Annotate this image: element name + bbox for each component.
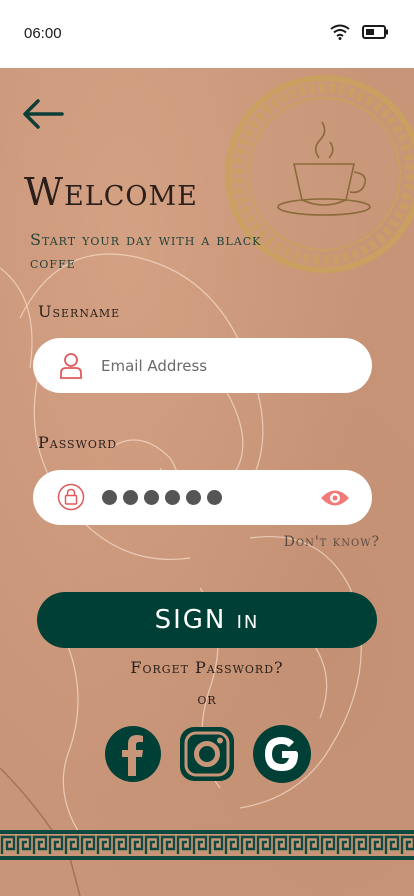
username-label: Username [38, 302, 121, 321]
password-mask[interactable] [102, 490, 222, 505]
password-label: Password [38, 433, 118, 452]
welcome-title: Welcome [24, 170, 198, 214]
dont-know-link[interactable]: Don't know? [284, 534, 380, 550]
sign-in-button[interactable]: SIGN in [37, 592, 377, 648]
welcome-subtitle: Start your day with a black coffe [30, 230, 262, 272]
status-icons [330, 24, 390, 40]
wifi-icon [330, 24, 350, 40]
status-bar: 06:00 [0, 0, 414, 68]
password-field[interactable] [33, 470, 372, 525]
status-time: 06:00 [24, 25, 62, 42]
login-screen: Welcome Start your day with a black coff… [0, 68, 414, 896]
email-input[interactable] [101, 338, 331, 393]
lock-icon [57, 483, 85, 511]
or-divider: or [197, 690, 217, 708]
facebook-icon[interactable] [103, 724, 163, 784]
battery-icon [362, 25, 388, 39]
user-icon [60, 353, 82, 379]
eye-icon[interactable] [320, 487, 350, 509]
greek-key-border [0, 830, 414, 860]
arrow-left-icon[interactable] [22, 98, 64, 130]
google-icon[interactable] [252, 724, 312, 784]
username-field[interactable] [33, 338, 372, 393]
instagram-icon[interactable] [177, 724, 237, 784]
forget-password-link[interactable]: Forget Password? [0, 658, 414, 677]
